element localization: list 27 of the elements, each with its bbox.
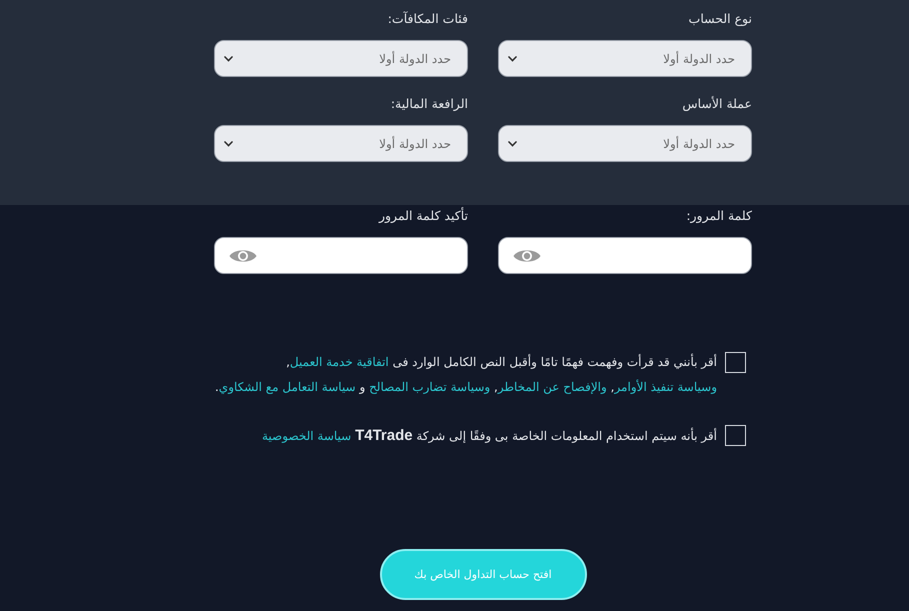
chevron-down-icon <box>508 56 517 62</box>
select-dropdown[interactable]: حدد الدولة أولا <box>214 40 468 77</box>
policy-link[interactable]: وسياسة تضارب المصالح <box>369 380 490 394</box>
password-field[interactable] <box>214 237 468 274</box>
field-label: الرافعة المالية: <box>390 96 468 112</box>
field-label: عملة الأساس <box>681 96 752 112</box>
agreement-text: أقر بأنني قد قرأت وفهمت فهمًا تامًا وأقبل النص الكامل الوارد فى اتفاقية خدمة العميل, وسياسة تنفيذ الأوامر, والإفصاح عن المخاطر, وسياسة تضارب المصالح و سياسة التعامل مع الشكاوي. <box>214 352 717 396</box>
field-label: نوع الحساب <box>688 11 752 27</box>
policy-link[interactable]: اتفاقية خدمة العميل <box>290 355 389 369</box>
chevron-down-icon <box>508 140 517 146</box>
eye-icon[interactable] <box>513 248 541 264</box>
checkbox[interactable] <box>725 352 746 373</box>
policy-link[interactable]: سياسة الخصوصية <box>262 429 352 443</box>
checkbox[interactable] <box>725 425 746 446</box>
policy-link[interactable]: والإفصاح عن المخاطر <box>498 380 607 394</box>
select-dropdown[interactable]: حدد الدولة أولا <box>498 125 752 162</box>
chevron-down-icon <box>224 56 233 62</box>
policy-link[interactable]: وسياسة تنفيذ الأوامر <box>614 380 717 394</box>
field-label: تأكيد كلمة المرور <box>378 208 468 224</box>
eye-icon[interactable] <box>229 248 257 264</box>
field-label: فئات المكافآت: <box>386 11 468 27</box>
policy-link[interactable]: سياسة التعامل مع الشكاوي <box>218 380 356 394</box>
select-dropdown[interactable]: حدد الدولة أولا <box>498 40 752 77</box>
select-dropdown[interactable]: حدد الدولة أولا <box>214 125 468 162</box>
password-field[interactable] <box>498 237 752 274</box>
chevron-down-icon <box>224 140 233 146</box>
field-label: كلمة المرور: <box>685 208 752 224</box>
